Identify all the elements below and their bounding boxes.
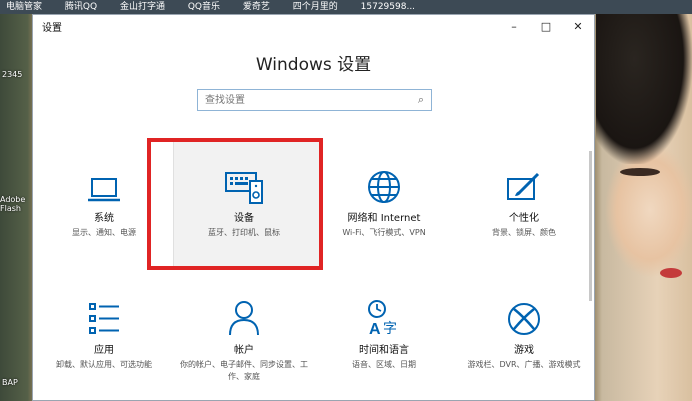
- xbox-icon: [455, 297, 593, 337]
- tile-name: 设备: [234, 213, 254, 224]
- tile-system[interactable]: 系统 显示、通知、电源: [35, 165, 173, 239]
- tile-name: 网络和 Internet: [347, 213, 421, 224]
- close-button[interactable]: ✕: [562, 15, 594, 37]
- tile-name: 应用: [94, 345, 114, 356]
- tile-description: 显示、通知、电源: [72, 228, 136, 237]
- desktop-icon-label[interactable]: 2345: [2, 70, 22, 79]
- desktop-icon-label[interactable]: Adobe Flash: [0, 195, 32, 213]
- tile-description: 你的帐户、电子邮件、同步设置、工作、家庭: [180, 360, 308, 381]
- tile-description: 背景、锁屏、颜色: [492, 228, 556, 237]
- tile-time-language[interactable]: A 字 时间和语言 语音、区域、日期: [315, 297, 453, 371]
- tile-description: 游戏栏、DVR、广播、游戏模式: [467, 360, 581, 369]
- laptop-icon: [35, 165, 173, 205]
- person-icon: [175, 297, 313, 337]
- keyboard-speaker-icon: [175, 165, 313, 205]
- taskbar-item[interactable]: 金山打字通: [120, 2, 165, 12]
- tile-name: 个性化: [509, 213, 539, 224]
- tile-description: Wi-Fi、飞行模式、VPN: [342, 228, 426, 237]
- maximize-button[interactable]: □: [530, 15, 562, 37]
- wallpaper-lips: [660, 268, 682, 278]
- scrollbar[interactable]: [589, 151, 592, 301]
- apps-list-icon: [35, 297, 173, 337]
- svg-text:字: 字: [383, 321, 397, 337]
- tile-accounts[interactable]: 帐户 你的帐户、电子邮件、同步设置、工作、家庭: [175, 297, 313, 383]
- tile-gaming[interactable]: 游戏 游戏栏、DVR、广播、游戏模式: [455, 297, 593, 371]
- tile-name: 系统: [94, 213, 114, 224]
- tile-description: 蓝牙、打印机、鼠标: [208, 228, 280, 237]
- search-box[interactable]: ⌕: [197, 89, 432, 111]
- taskbar-item[interactable]: 腾讯QQ: [65, 2, 97, 12]
- tile-name: 游戏: [514, 345, 534, 356]
- search-icon[interactable]: ⌕: [411, 93, 431, 107]
- svg-text:A: A: [369, 321, 381, 337]
- tile-network[interactable]: 网络和 Internet Wi-Fi、飞行模式、VPN: [315, 165, 453, 239]
- window-title: 设置: [42, 22, 62, 34]
- tile-personalization[interactable]: 个性化 背景、锁屏、颜色: [455, 165, 593, 239]
- top-taskbar: 电脑管家 腾讯QQ 金山打字通 QQ音乐 爱奇艺 四个月里的 15729598.…: [0, 0, 692, 14]
- tile-name: 时间和语言: [359, 345, 409, 356]
- tile-name: 帐户: [234, 345, 254, 356]
- taskbar-item[interactable]: 爱奇艺: [243, 2, 270, 12]
- taskbar-item[interactable]: 15729598...: [361, 2, 415, 12]
- globe-icon: [315, 165, 453, 205]
- tile-description: 卸载、默认应用、可选功能: [56, 360, 152, 369]
- taskbar-item[interactable]: 电脑管家: [6, 2, 42, 12]
- time-language-icon: A 字: [315, 297, 453, 337]
- tile-apps[interactable]: 应用 卸载、默认应用、可选功能: [35, 297, 173, 371]
- wallpaper-eye: [620, 168, 660, 176]
- taskbar-item[interactable]: 四个月里的: [293, 2, 338, 12]
- tile-description: 语音、区域、日期: [352, 360, 416, 369]
- desktop-icon-label[interactable]: BAP: [2, 378, 18, 387]
- page-title: Windows 设置: [255, 55, 372, 75]
- wallpaper-hair: [596, 14, 692, 164]
- minimize-button[interactable]: –: [498, 15, 530, 37]
- window-controls: – □ ✕: [498, 15, 594, 37]
- search-input[interactable]: [198, 91, 411, 109]
- paintbrush-icon: [455, 165, 593, 205]
- settings-window: 设置 – □ ✕ Windows 设置 ⌕ 系统 显示、通知、电源: [32, 14, 595, 401]
- taskbar-item[interactable]: QQ音乐: [188, 2, 220, 12]
- tile-devices[interactable]: 设备 蓝牙、打印机、鼠标: [175, 165, 313, 239]
- title-bar[interactable]: 设置 – □ ✕: [33, 15, 594, 37]
